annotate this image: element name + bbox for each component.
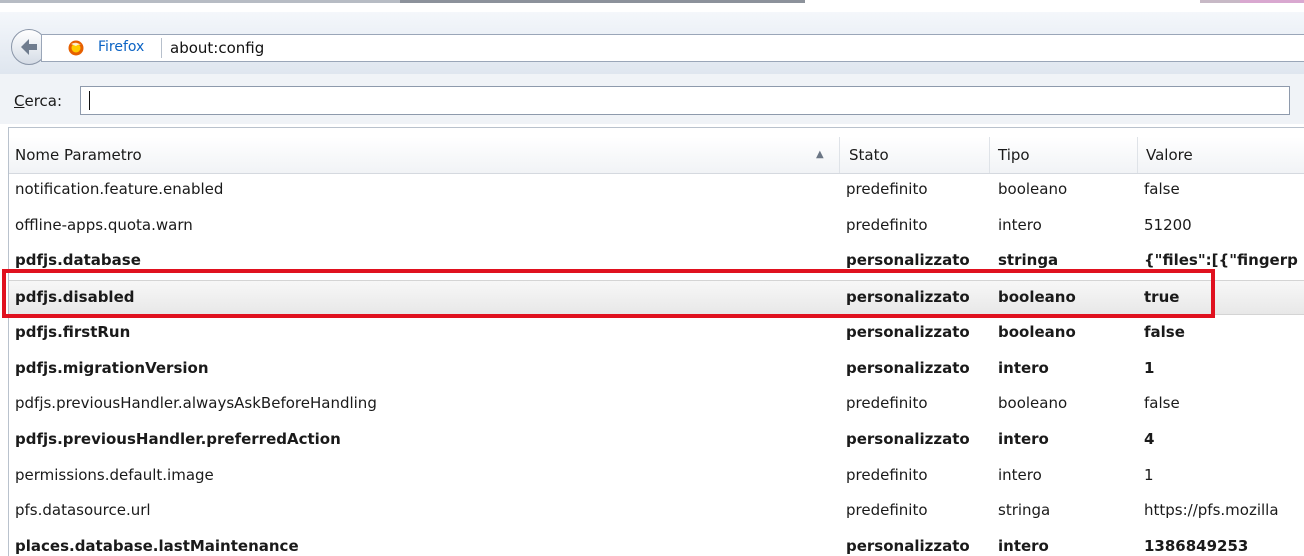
table-row[interactable]: notification.feature.enabled predefinito b… <box>9 173 1304 208</box>
search-label-accesskey: C <box>14 92 25 110</box>
back-arrow-icon <box>21 39 37 55</box>
cell-stato: personalizzato <box>846 322 970 341</box>
table-row[interactable]: pdfjs.database personalizzato stringa {"fil… <box>9 244 1304 279</box>
cell-stato: predefinito <box>846 465 928 484</box>
table-row[interactable]: pfs.datasource.url predefinito stringa http… <box>9 494 1304 529</box>
navigation-toolbar: Firefox about:config <box>0 12 1304 74</box>
table-row[interactable]: places.database.lastMaintenance personali… <box>9 530 1304 556</box>
cell-name: permissions.default.image <box>15 465 214 484</box>
table-header: Nome Parametro ▲ Stato Tipo Valore <box>9 137 1304 174</box>
header-valore[interactable]: Valore <box>1146 146 1193 164</box>
url-text[interactable]: about:config <box>170 39 264 57</box>
cell-tipo: intero <box>998 429 1049 448</box>
cell-valore: 51200 <box>1144 215 1192 234</box>
cell-valore: 1 <box>1144 465 1154 484</box>
identity-label[interactable]: Firefox <box>98 39 144 55</box>
cell-tipo: stringa <box>998 501 1051 520</box>
cell-tipo: intero <box>998 537 1049 555</box>
table-row[interactable]: pdfjs.previousHandler.alwaysAskBeforeHan… <box>9 387 1304 422</box>
cell-valore: https://pfs.mozilla <box>1144 501 1279 520</box>
cell-valore: false <box>1144 180 1180 198</box>
cell-stato: predefinito <box>846 215 928 234</box>
url-separator <box>161 38 162 58</box>
cell-name: pdfjs.firstRun <box>15 322 131 341</box>
cell-stato: personalizzato <box>846 537 970 555</box>
cell-name: notification.feature.enabled <box>15 180 224 198</box>
table-row[interactable]: pdfjs.migrationVersion personalizzato inte… <box>9 352 1304 387</box>
cell-name: offline-apps.quota.warn <box>15 215 193 234</box>
cell-stato: personalizzato <box>846 288 970 307</box>
table-row[interactable]: offline-apps.quota.warn predefinito intero… <box>9 209 1304 244</box>
search-input[interactable] <box>80 86 1290 115</box>
tab-edge[interactable] <box>1200 0 1240 3</box>
cell-valore: false <box>1144 394 1180 413</box>
cell-stato: predefinito <box>846 180 928 198</box>
cell-tipo: booleano <box>998 322 1076 341</box>
tab-edge[interactable] <box>400 0 805 3</box>
column-divider[interactable] <box>989 137 990 173</box>
url-bar[interactable]: Firefox about:config <box>41 34 1304 62</box>
cell-stato: personalizzato <box>846 429 970 448</box>
table-row[interactable]: pdfjs.firstRun personalizzato booleano fals… <box>9 316 1304 351</box>
sort-ascending-icon: ▲ <box>816 149 824 160</box>
cell-tipo: booleano <box>998 394 1068 413</box>
cell-stato: personalizzato <box>846 251 970 270</box>
search-label: Cerca: <box>14 92 62 110</box>
cell-name: places.database.lastMaintenance <box>15 537 299 555</box>
cell-valore: 1 <box>1144 358 1155 377</box>
table-row[interactable]: pdfjs.previousHandler.preferredAction per… <box>9 423 1304 458</box>
tab-edge[interactable] <box>1240 0 1304 3</box>
cell-tipo: booleano <box>998 180 1068 198</box>
cell-stato: predefinito <box>846 501 928 520</box>
table-row[interactable]: pdfjs.disabled personalizzato booleano true <box>9 280 1304 316</box>
cell-name: pdfjs.previousHandler.alwaysAskBeforeHan… <box>15 394 377 413</box>
cell-tipo: intero <box>998 215 1042 234</box>
cell-stato: predefinito <box>846 394 928 413</box>
table-row[interactable]: permissions.default.image predefinito inte… <box>9 459 1304 494</box>
cell-tipo: stringa <box>998 251 1059 270</box>
search-label-rest: erca: <box>24 92 63 110</box>
cell-stato: personalizzato <box>846 358 970 377</box>
cell-valore: 4 <box>1144 429 1155 448</box>
header-nome-parametro[interactable]: Nome Parametro <box>15 146 142 164</box>
cell-name: pdfjs.database <box>15 251 141 270</box>
config-table: Nome Parametro ▲ Stato Tipo Valore notif… <box>8 127 1304 556</box>
cell-name: pdfjs.disabled <box>15 288 135 307</box>
cell-name: pdfjs.migrationVersion <box>15 358 209 377</box>
column-divider[interactable] <box>1137 137 1138 173</box>
cell-tipo: intero <box>998 358 1049 377</box>
cell-valore: {"files":[{"fingerp <box>1144 251 1298 270</box>
cell-valore: true <box>1144 288 1180 307</box>
firefox-icon <box>68 40 84 56</box>
cell-tipo: booleano <box>998 288 1076 307</box>
column-divider[interactable] <box>839 137 840 173</box>
tab-edge[interactable] <box>0 0 400 3</box>
tab-strip <box>0 0 1304 12</box>
cell-valore: false <box>1144 322 1185 341</box>
header-tipo[interactable]: Tipo <box>998 146 1030 164</box>
cell-valore: 1386849253 <box>1144 537 1249 555</box>
header-stato[interactable]: Stato <box>849 146 889 164</box>
cell-name: pfs.datasource.url <box>15 501 151 520</box>
cell-name: pdfjs.previousHandler.preferredAction <box>15 429 341 448</box>
cell-tipo: intero <box>998 465 1042 484</box>
search-row: Cerca: <box>0 74 1304 124</box>
text-caret <box>89 91 90 110</box>
